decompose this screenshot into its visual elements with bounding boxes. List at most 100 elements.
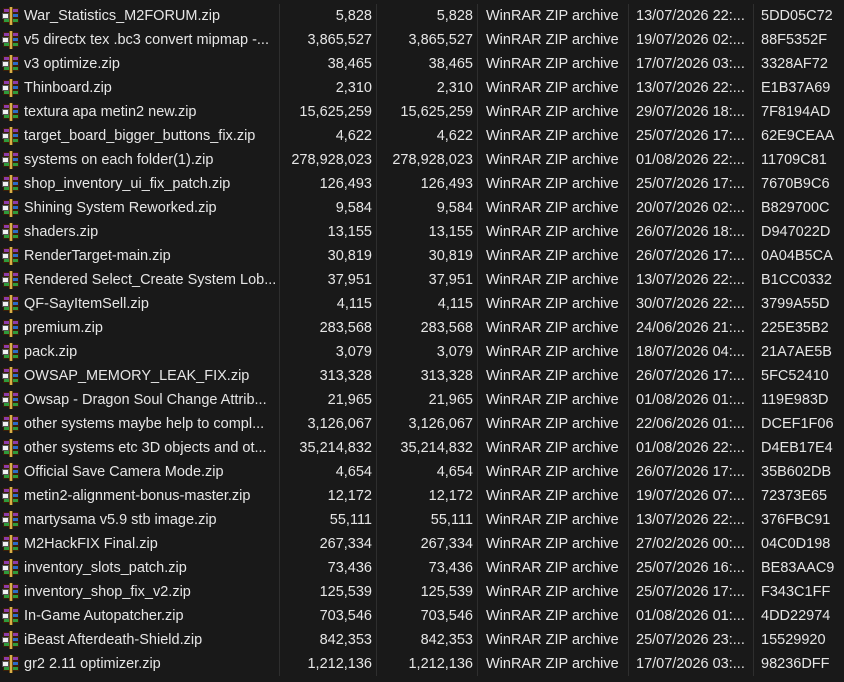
file-row[interactable]: target_board_bigger_buttons_fix.zip 4,62… <box>0 124 844 148</box>
file-name-cell[interactable]: systems on each folder(1).zip <box>0 148 279 172</box>
file-name-cell[interactable]: target_board_bigger_buttons_fix.zip <box>0 124 279 148</box>
file-size: 3,079 <box>335 344 372 360</box>
file-row[interactable]: RenderTarget-main.zip 30,819 30,819 WinR… <box>0 244 844 268</box>
file-crc: 35B602DB <box>761 464 832 480</box>
file-row[interactable]: gr2 2.11 optimizer.zip 1,212,136 1,212,1… <box>0 652 844 676</box>
file-name-cell[interactable]: M2HackFIX Final.zip <box>0 532 279 556</box>
file-name: other systems etc 3D objects and ot... <box>24 440 267 456</box>
file-crc: 3799A55D <box>761 296 830 312</box>
file-packed-size: 4,115 <box>437 296 473 312</box>
file-packed-size: 3,126,067 <box>408 416 473 432</box>
winrar-archive-icon <box>2 343 20 361</box>
file-type: WinRAR ZIP archive <box>486 80 619 96</box>
file-type: WinRAR ZIP archive <box>486 368 619 384</box>
file-row[interactable]: Shining System Reworked.zip 9,584 9,584 … <box>0 196 844 220</box>
file-name-cell[interactable]: RenderTarget-main.zip <box>0 244 279 268</box>
file-name-cell[interactable]: metin2-alignment-bonus-master.zip <box>0 484 279 508</box>
winrar-archive-icon <box>2 391 20 409</box>
file-row[interactable]: QF-SayItemSell.zip 4,115 4,115 WinRAR ZI… <box>0 292 844 316</box>
file-name-cell[interactable]: Official Save Camera Mode.zip <box>0 460 279 484</box>
file-name-cell[interactable]: v5 directx tex .bc3 convert mipmap -... <box>0 28 279 52</box>
file-name-cell[interactable]: v3 optimize.zip <box>0 52 279 76</box>
file-name-cell[interactable]: QF-SayItemSell.zip <box>0 292 279 316</box>
file-row[interactable]: inventory_slots_patch.zip 73,436 73,436 … <box>0 556 844 580</box>
file-name-cell[interactable]: shaders.zip <box>0 220 279 244</box>
file-row[interactable]: inventory_shop_fix_v2.zip 125,539 125,53… <box>0 580 844 604</box>
file-packed-size: 2,310 <box>436 80 473 96</box>
file-crc: 376FBC91 <box>761 512 831 528</box>
file-modified: 17/07/2026 03:... <box>636 656 745 672</box>
file-name-cell[interactable]: Thinboard.zip <box>0 76 279 100</box>
file-name-cell[interactable]: martysama v5.9 stb image.zip <box>0 508 279 532</box>
file-name: v3 optimize.zip <box>24 56 120 72</box>
file-name-cell[interactable]: gr2 2.11 optimizer.zip <box>0 652 279 676</box>
file-type: WinRAR ZIP archive <box>486 632 619 648</box>
file-name-cell[interactable]: Owsap - Dragon Soul Change Attrib... <box>0 388 279 412</box>
file-type: WinRAR ZIP archive <box>486 104 619 120</box>
file-crc: 5DD05C72 <box>761 8 833 24</box>
file-name-cell[interactable]: other systems maybe help to compl... <box>0 412 279 436</box>
file-type: WinRAR ZIP archive <box>486 656 619 672</box>
file-row[interactable]: shop_inventory_ui_fix_patch.zip 126,493 … <box>0 172 844 196</box>
file-crc: E1B37A69 <box>761 80 831 96</box>
file-name-cell[interactable]: Rendered Select_Create System Lob... <box>0 268 279 292</box>
file-row[interactable]: OWSAP_MEMORY_LEAK_FIX.zip 313,328 313,32… <box>0 364 844 388</box>
winrar-archive-icon <box>2 607 20 625</box>
file-name-cell[interactable]: premium.zip <box>0 316 279 340</box>
winrar-archive-icon <box>2 439 20 457</box>
file-name: metin2-alignment-bonus-master.zip <box>24 488 251 504</box>
file-name-cell[interactable]: inventory_slots_patch.zip <box>0 556 279 580</box>
file-crc: 7670B9C6 <box>761 176 830 192</box>
file-name-cell[interactable]: War_Statistics_M2FORUM.zip <box>0 4 279 28</box>
file-packed-size: 842,353 <box>420 632 473 648</box>
file-row[interactable]: textura apa metin2 new.zip 15,625,259 15… <box>0 100 844 124</box>
winrar-archive-icon <box>2 463 20 481</box>
file-crc: 15529920 <box>761 632 826 648</box>
file-row[interactable]: v5 directx tex .bc3 convert mipmap -... … <box>0 28 844 52</box>
file-row[interactable]: In-Game Autopatcher.zip 703,546 703,546 … <box>0 604 844 628</box>
file-row[interactable]: premium.zip 283,568 283,568 WinRAR ZIP a… <box>0 316 844 340</box>
winrar-archive-icon <box>2 103 20 121</box>
winrar-archive-icon <box>2 559 20 577</box>
file-modified: 17/07/2026 03:... <box>636 56 745 72</box>
file-packed-size: 4,622 <box>436 128 473 144</box>
file-name-cell[interactable]: In-Game Autopatcher.zip <box>0 604 279 628</box>
file-row[interactable]: War_Statistics_M2FORUM.zip 5,828 5,828 W… <box>0 4 844 28</box>
file-packed-size: 35,214,832 <box>400 440 473 456</box>
file-row[interactable]: metin2-alignment-bonus-master.zip 12,172… <box>0 484 844 508</box>
file-name: Official Save Camera Mode.zip <box>24 464 224 480</box>
file-row[interactable]: other systems etc 3D objects and ot... 3… <box>0 436 844 460</box>
winrar-archive-icon <box>2 223 20 241</box>
file-row[interactable]: Thinboard.zip 2,310 2,310 WinRAR ZIP arc… <box>0 76 844 100</box>
file-name: QF-SayItemSell.zip <box>24 296 149 312</box>
file-row[interactable]: shaders.zip 13,155 13,155 WinRAR ZIP arc… <box>0 220 844 244</box>
file-crc: 98236DFF <box>761 656 830 672</box>
file-size: 21,965 <box>327 392 372 408</box>
file-row[interactable]: martysama v5.9 stb image.zip 55,111 55,1… <box>0 508 844 532</box>
file-name-cell[interactable]: OWSAP_MEMORY_LEAK_FIX.zip <box>0 364 279 388</box>
file-modified: 20/07/2026 02:... <box>636 200 745 216</box>
file-row[interactable]: Rendered Select_Create System Lob... 37,… <box>0 268 844 292</box>
winrar-archive-icon <box>2 79 20 97</box>
file-row[interactable]: Owsap - Dragon Soul Change Attrib... 21,… <box>0 388 844 412</box>
file-type: WinRAR ZIP archive <box>486 152 619 168</box>
file-row[interactable]: iBeast Afterdeath-Shield.zip 842,353 842… <box>0 628 844 652</box>
file-name-cell[interactable]: Shining System Reworked.zip <box>0 196 279 220</box>
file-row[interactable]: pack.zip 3,079 3,079 WinRAR ZIP archive … <box>0 340 844 364</box>
file-size: 55,111 <box>329 512 372 528</box>
file-row[interactable]: Official Save Camera Mode.zip 4,654 4,65… <box>0 460 844 484</box>
file-modified: 30/07/2026 22:... <box>636 296 745 312</box>
file-name-cell[interactable]: textura apa metin2 new.zip <box>0 100 279 124</box>
file-row[interactable]: systems on each folder(1).zip 278,928,02… <box>0 148 844 172</box>
file-modified: 26/07/2026 17:... <box>636 368 745 384</box>
file-crc: D947022D <box>761 224 831 240</box>
file-name-cell[interactable]: shop_inventory_ui_fix_patch.zip <box>0 172 279 196</box>
file-row[interactable]: other systems maybe help to compl... 3,1… <box>0 412 844 436</box>
file-row[interactable]: M2HackFIX Final.zip 267,334 267,334 WinR… <box>0 532 844 556</box>
file-row[interactable]: v3 optimize.zip 38,465 38,465 WinRAR ZIP… <box>0 52 844 76</box>
file-name: pack.zip <box>24 344 78 360</box>
file-name-cell[interactable]: inventory_shop_fix_v2.zip <box>0 580 279 604</box>
file-name-cell[interactable]: pack.zip <box>0 340 279 364</box>
file-name-cell[interactable]: iBeast Afterdeath-Shield.zip <box>0 628 279 652</box>
file-name-cell[interactable]: other systems etc 3D objects and ot... <box>0 436 279 460</box>
